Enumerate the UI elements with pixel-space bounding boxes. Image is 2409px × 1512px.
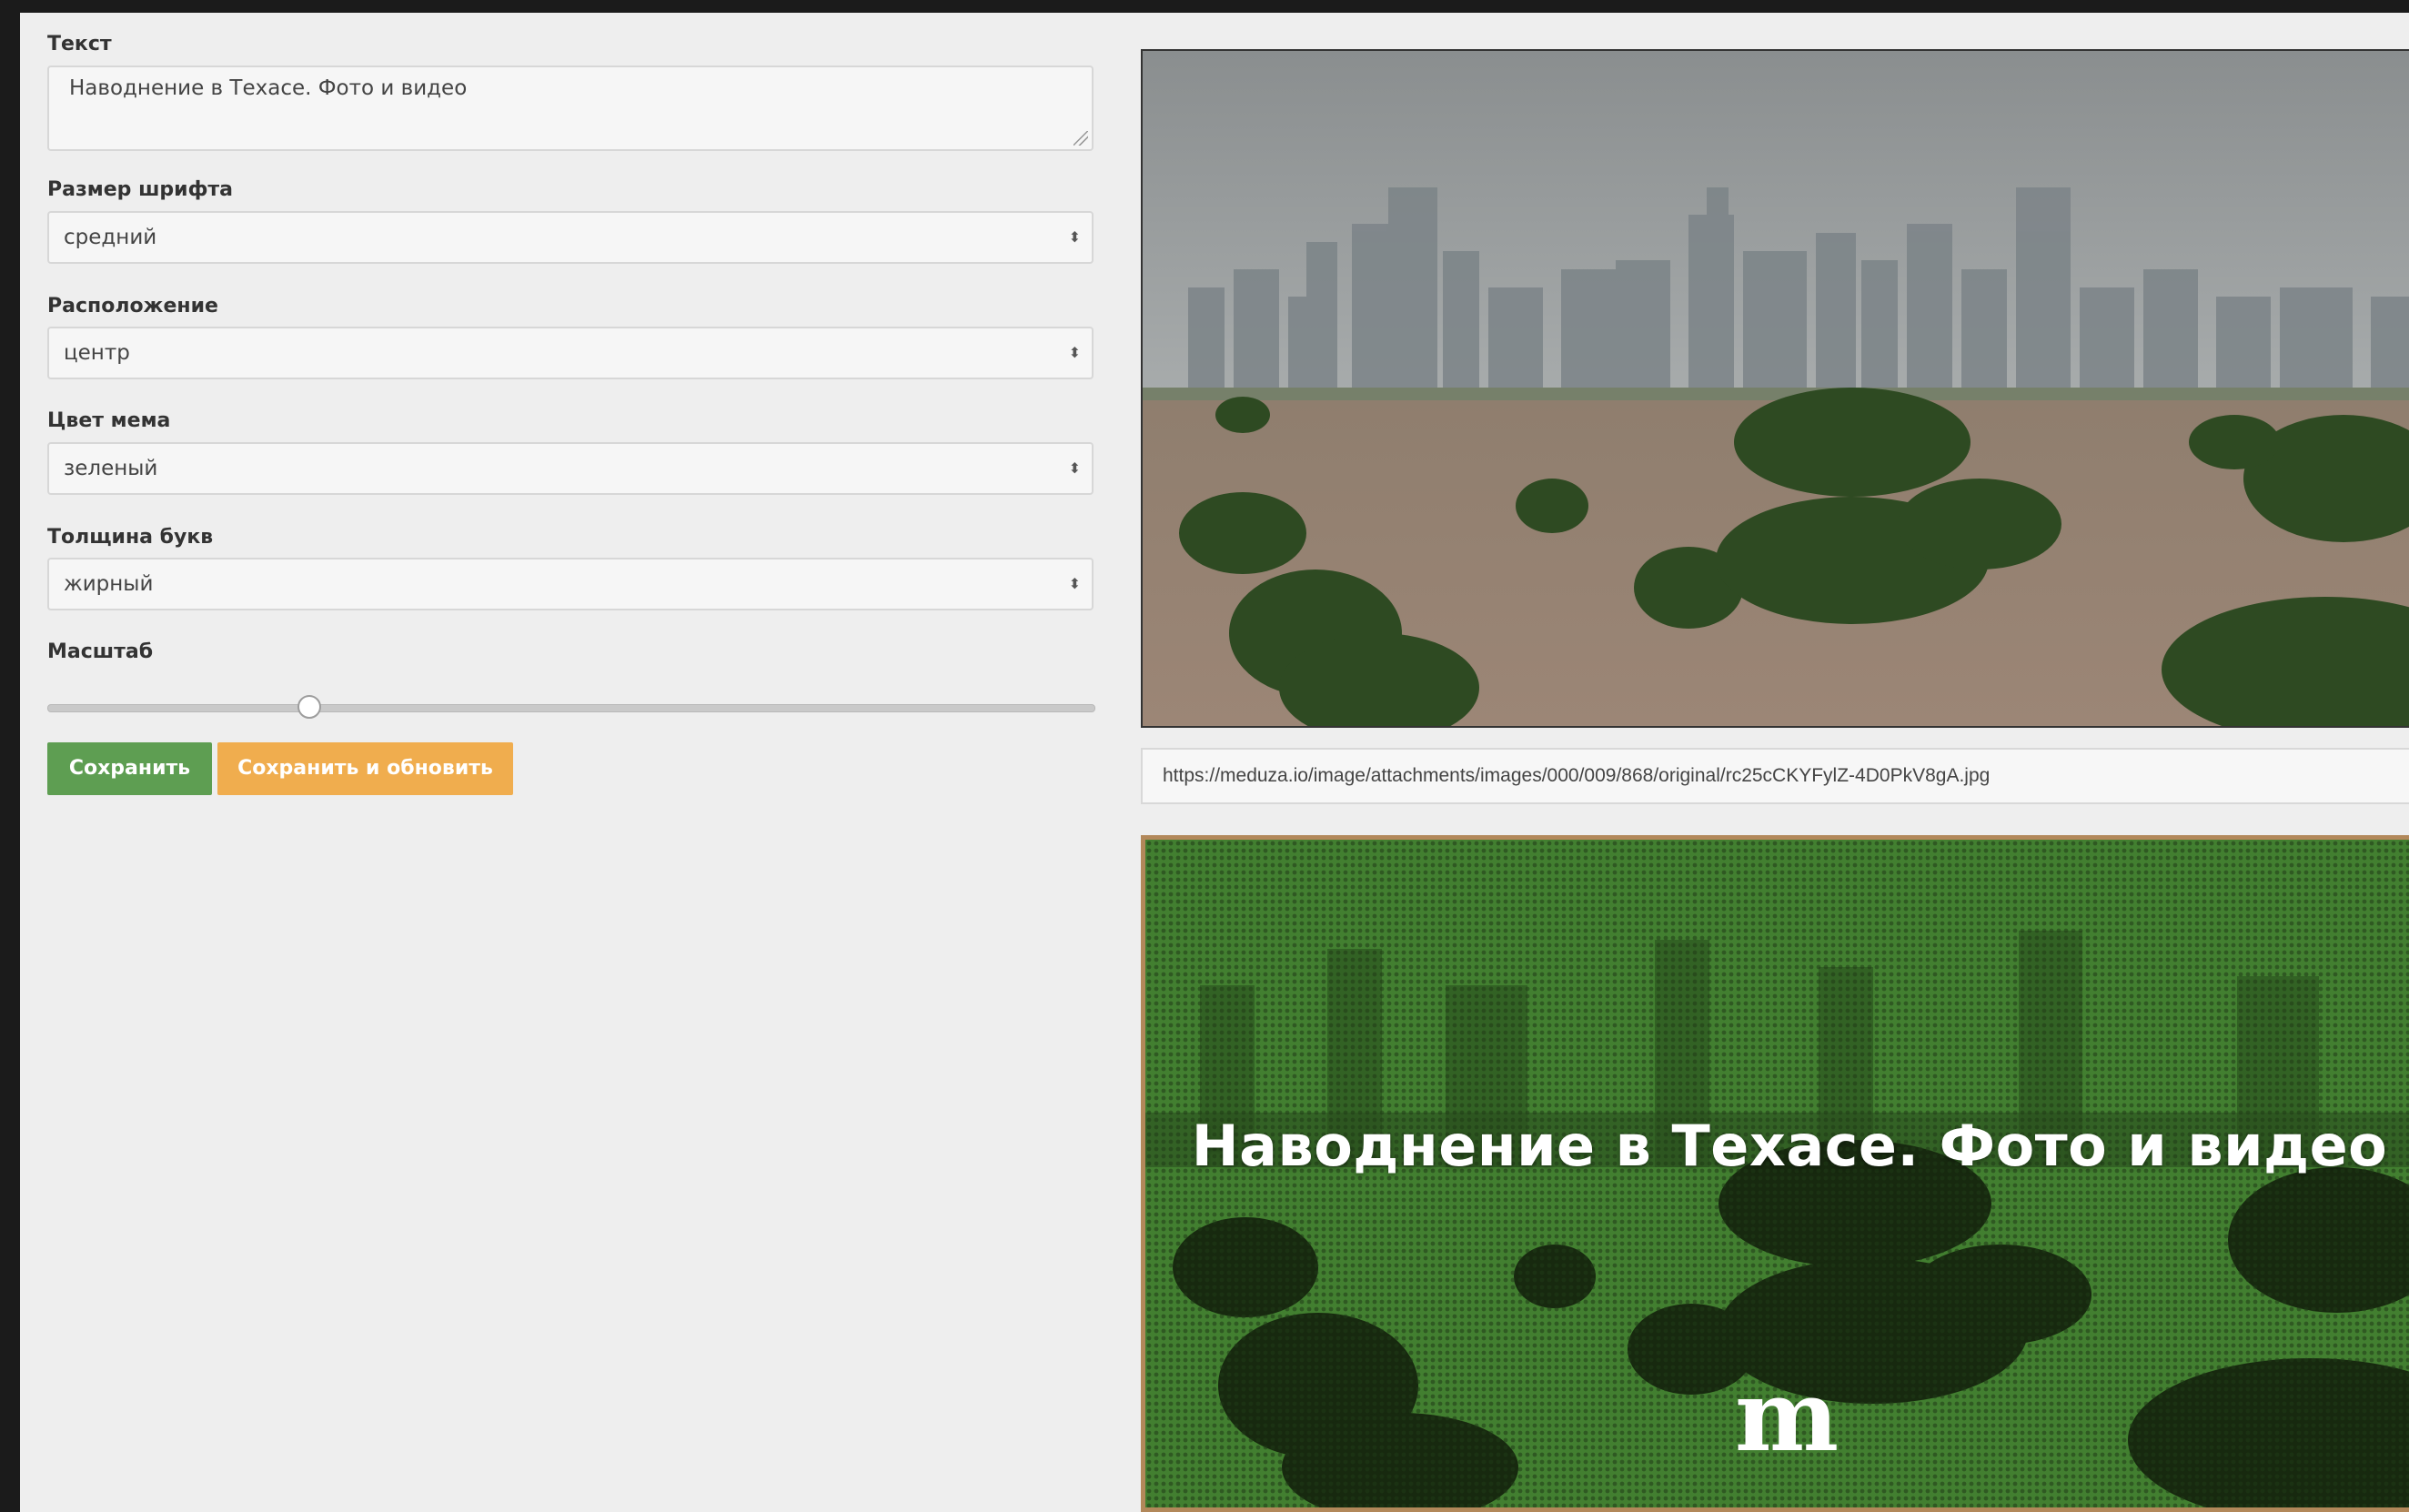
source-photo — [1141, 49, 2409, 728]
select-arrows-icon: ⬍ — [1068, 459, 1081, 477]
select-arrows-icon: ⬍ — [1068, 228, 1081, 246]
scale-label: Масштаб — [47, 640, 154, 663]
scale-slider[interactable] — [47, 704, 1095, 712]
text-input[interactable]: Наводнение в Техасе. Фото и видео — [47, 66, 1094, 151]
meduza-logo-icon: m — [1734, 1359, 1840, 1474]
weight-value: жирный — [64, 572, 154, 596]
color-value: зеленый — [64, 457, 158, 480]
select-arrows-icon: ⬍ — [1068, 575, 1081, 592]
weight-label: Толщина букв — [47, 526, 214, 549]
scale-slider-thumb[interactable] — [297, 695, 321, 719]
image-url-input[interactable]: https://meduza.io/image/attachments/imag… — [1141, 748, 2409, 804]
font-size-select[interactable]: средний ⬍ — [47, 211, 1094, 264]
meme-preview: Наводнение в Техасе. Фото и видео m — [1141, 835, 2409, 1512]
text-label: Текст — [47, 33, 112, 55]
meme-caption: Наводнение в Техасе. Фото и видео — [1191, 1113, 2388, 1179]
select-arrows-icon: ⬍ — [1068, 344, 1081, 361]
editor-window: Текст Наводнение в Техасе. Фото и видео … — [20, 13, 2409, 1512]
weight-select[interactable]: жирный ⬍ — [47, 558, 1094, 610]
flood-photo-image — [1143, 51, 2409, 726]
color-label: Цвет мема — [47, 409, 171, 432]
save-and-update-button[interactable]: Сохранить и обновить — [217, 742, 513, 795]
font-size-value: средний — [64, 226, 157, 249]
text-input-value: Наводнение в Техасе. Фото и видео — [69, 76, 468, 100]
resize-grip-icon[interactable] — [1073, 131, 1088, 146]
position-label: Расположение — [47, 295, 218, 318]
save-button[interactable]: Сохранить — [47, 742, 212, 795]
position-value: центр — [64, 341, 130, 365]
font-size-label: Размер шрифта — [47, 178, 234, 201]
color-select[interactable]: зеленый ⬍ — [47, 442, 1094, 495]
position-select[interactable]: центр ⬍ — [47, 327, 1094, 379]
